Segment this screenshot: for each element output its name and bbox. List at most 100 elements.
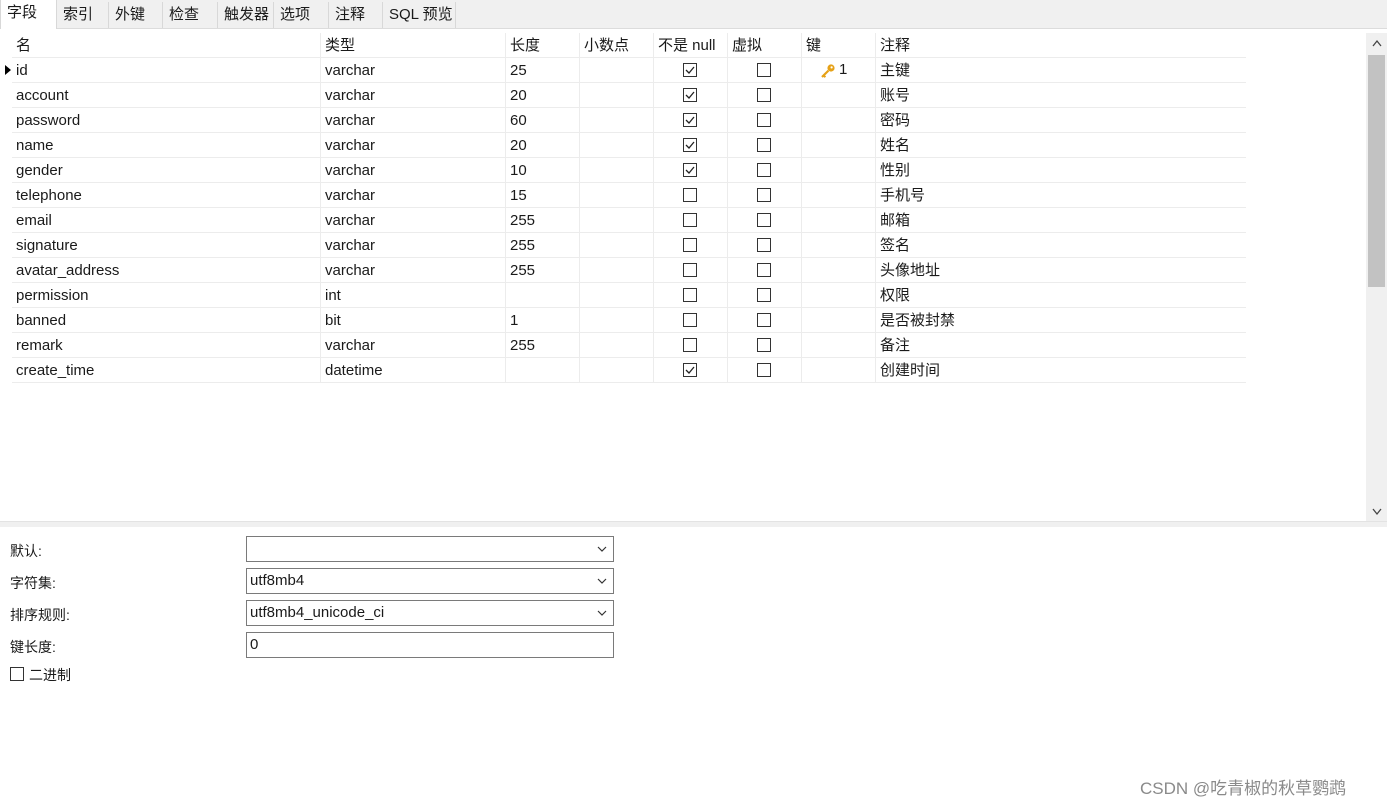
field-comment-cell[interactable]: 是否被封禁 <box>876 308 1246 332</box>
field-decimals-cell[interactable] <box>580 183 654 207</box>
field-name-cell[interactable]: create_time <box>12 358 321 382</box>
field-name-cell[interactable]: telephone <box>12 183 321 207</box>
field-decimals-cell[interactable] <box>580 283 654 307</box>
not-null-checkbox[interactable] <box>683 238 697 252</box>
field-type-cell[interactable]: varchar <box>321 158 506 182</box>
field-comment-cell[interactable]: 签名 <box>876 233 1246 257</box>
key-cell[interactable] <box>802 183 876 207</box>
virtual-checkbox[interactable] <box>757 363 771 377</box>
not-null-checkbox[interactable] <box>683 188 697 202</box>
field-name-cell[interactable]: banned <box>12 308 321 332</box>
scrollbar-thumb[interactable] <box>1368 55 1385 287</box>
field-comment-cell[interactable]: 姓名 <box>876 133 1246 157</box>
field-type-cell[interactable]: varchar <box>321 133 506 157</box>
not-null-checkbox[interactable] <box>683 363 697 377</box>
field-comment-cell[interactable]: 手机号 <box>876 183 1246 207</box>
field-comment-cell[interactable]: 账号 <box>876 83 1246 107</box>
table-row[interactable]: signature varchar 255 签名 <box>12 233 1246 258</box>
tab-sql-preview[interactable]: SQL 预览 <box>383 2 456 28</box>
field-comment-cell[interactable]: 创建时间 <box>876 358 1246 382</box>
key-cell[interactable] <box>802 233 876 257</box>
key-cell[interactable]: 1 <box>802 58 876 82</box>
header-name[interactable]: 名 <box>12 33 321 57</box>
field-decimals-cell[interactable] <box>580 308 654 332</box>
virtual-checkbox[interactable] <box>757 63 771 77</box>
header-not-null[interactable]: 不是 null <box>654 33 728 57</box>
field-length-cell[interactable]: 255 <box>506 333 580 357</box>
field-length-cell[interactable]: 15 <box>506 183 580 207</box>
field-type-cell[interactable]: varchar <box>321 208 506 232</box>
key-cell[interactable] <box>802 358 876 382</box>
field-comment-cell[interactable]: 主键 <box>876 58 1246 82</box>
field-type-cell[interactable]: varchar <box>321 333 506 357</box>
field-decimals-cell[interactable] <box>580 233 654 257</box>
not-null-checkbox[interactable] <box>683 288 697 302</box>
field-comment-cell[interactable]: 权限 <box>876 283 1246 307</box>
not-null-checkbox[interactable] <box>683 263 697 277</box>
field-decimals-cell[interactable] <box>580 58 654 82</box>
not-null-checkbox[interactable] <box>683 163 697 177</box>
header-virtual[interactable]: 虚拟 <box>728 33 802 57</box>
field-type-cell[interactable]: varchar <box>321 258 506 282</box>
not-null-checkbox[interactable] <box>683 338 697 352</box>
table-row[interactable]: avatar_address varchar 255 头像地址 <box>12 258 1246 283</box>
field-type-cell[interactable]: varchar <box>321 233 506 257</box>
key-length-input[interactable]: 0 <box>246 632 614 658</box>
field-name-cell[interactable]: permission <box>12 283 321 307</box>
charset-select[interactable]: utf8mb4 <box>246 568 614 594</box>
field-name-cell[interactable]: gender <box>12 158 321 182</box>
not-null-checkbox[interactable] <box>683 138 697 152</box>
table-row[interactable]: remark varchar 255 备注 <box>12 333 1246 358</box>
scroll-down-icon[interactable] <box>1366 501 1387 521</box>
virtual-checkbox[interactable] <box>757 113 771 127</box>
tab-options[interactable]: 选项 <box>274 2 329 28</box>
virtual-checkbox[interactable] <box>757 188 771 202</box>
table-row[interactable]: account varchar 20 账号 <box>12 83 1246 108</box>
scroll-up-icon[interactable] <box>1366 33 1387 53</box>
field-length-cell[interactable]: 1 <box>506 308 580 332</box>
table-row[interactable]: create_time datetime 创建时间 <box>12 358 1246 383</box>
header-comment[interactable]: 注释 <box>876 33 1246 57</box>
field-name-cell[interactable]: password <box>12 108 321 132</box>
tab-checks[interactable]: 检查 <box>163 2 218 28</box>
field-name-cell[interactable]: signature <box>12 233 321 257</box>
table-row[interactable]: name varchar 20 姓名 <box>12 133 1246 158</box>
field-type-cell[interactable]: varchar <box>321 183 506 207</box>
not-null-checkbox[interactable] <box>683 63 697 77</box>
field-name-cell[interactable]: name <box>12 133 321 157</box>
tab-comments[interactable]: 注释 <box>329 2 383 28</box>
not-null-checkbox[interactable] <box>683 113 697 127</box>
field-decimals-cell[interactable] <box>580 83 654 107</box>
virtual-checkbox[interactable] <box>757 88 771 102</box>
binary-checkbox[interactable] <box>10 667 24 681</box>
field-length-cell[interactable] <box>506 358 580 382</box>
key-cell[interactable] <box>802 283 876 307</box>
key-cell[interactable] <box>802 133 876 157</box>
table-row[interactable]: email varchar 255 邮箱 <box>12 208 1246 233</box>
field-length-cell[interactable]: 20 <box>506 83 580 107</box>
virtual-checkbox[interactable] <box>757 338 771 352</box>
field-comment-cell[interactable]: 头像地址 <box>876 258 1246 282</box>
header-type[interactable]: 类型 <box>321 33 506 57</box>
field-type-cell[interactable]: int <box>321 283 506 307</box>
key-cell[interactable] <box>802 308 876 332</box>
tab-fields[interactable]: 字段 <box>0 0 57 29</box>
field-comment-cell[interactable]: 备注 <box>876 333 1246 357</box>
virtual-checkbox[interactable] <box>757 213 771 227</box>
field-decimals-cell[interactable] <box>580 208 654 232</box>
field-type-cell[interactable]: datetime <box>321 358 506 382</box>
key-cell[interactable] <box>802 258 876 282</box>
field-type-cell[interactable]: varchar <box>321 83 506 107</box>
field-decimals-cell[interactable] <box>580 358 654 382</box>
not-null-checkbox[interactable] <box>683 213 697 227</box>
field-name-cell[interactable]: remark <box>12 333 321 357</box>
field-length-cell[interactable]: 10 <box>506 158 580 182</box>
field-decimals-cell[interactable] <box>580 333 654 357</box>
virtual-checkbox[interactable] <box>757 313 771 327</box>
header-length[interactable]: 长度 <box>506 33 580 57</box>
not-null-checkbox[interactable] <box>683 313 697 327</box>
field-type-cell[interactable]: varchar <box>321 108 506 132</box>
field-name-cell[interactable]: email <box>12 208 321 232</box>
virtual-checkbox[interactable] <box>757 238 771 252</box>
field-length-cell[interactable]: 255 <box>506 208 580 232</box>
